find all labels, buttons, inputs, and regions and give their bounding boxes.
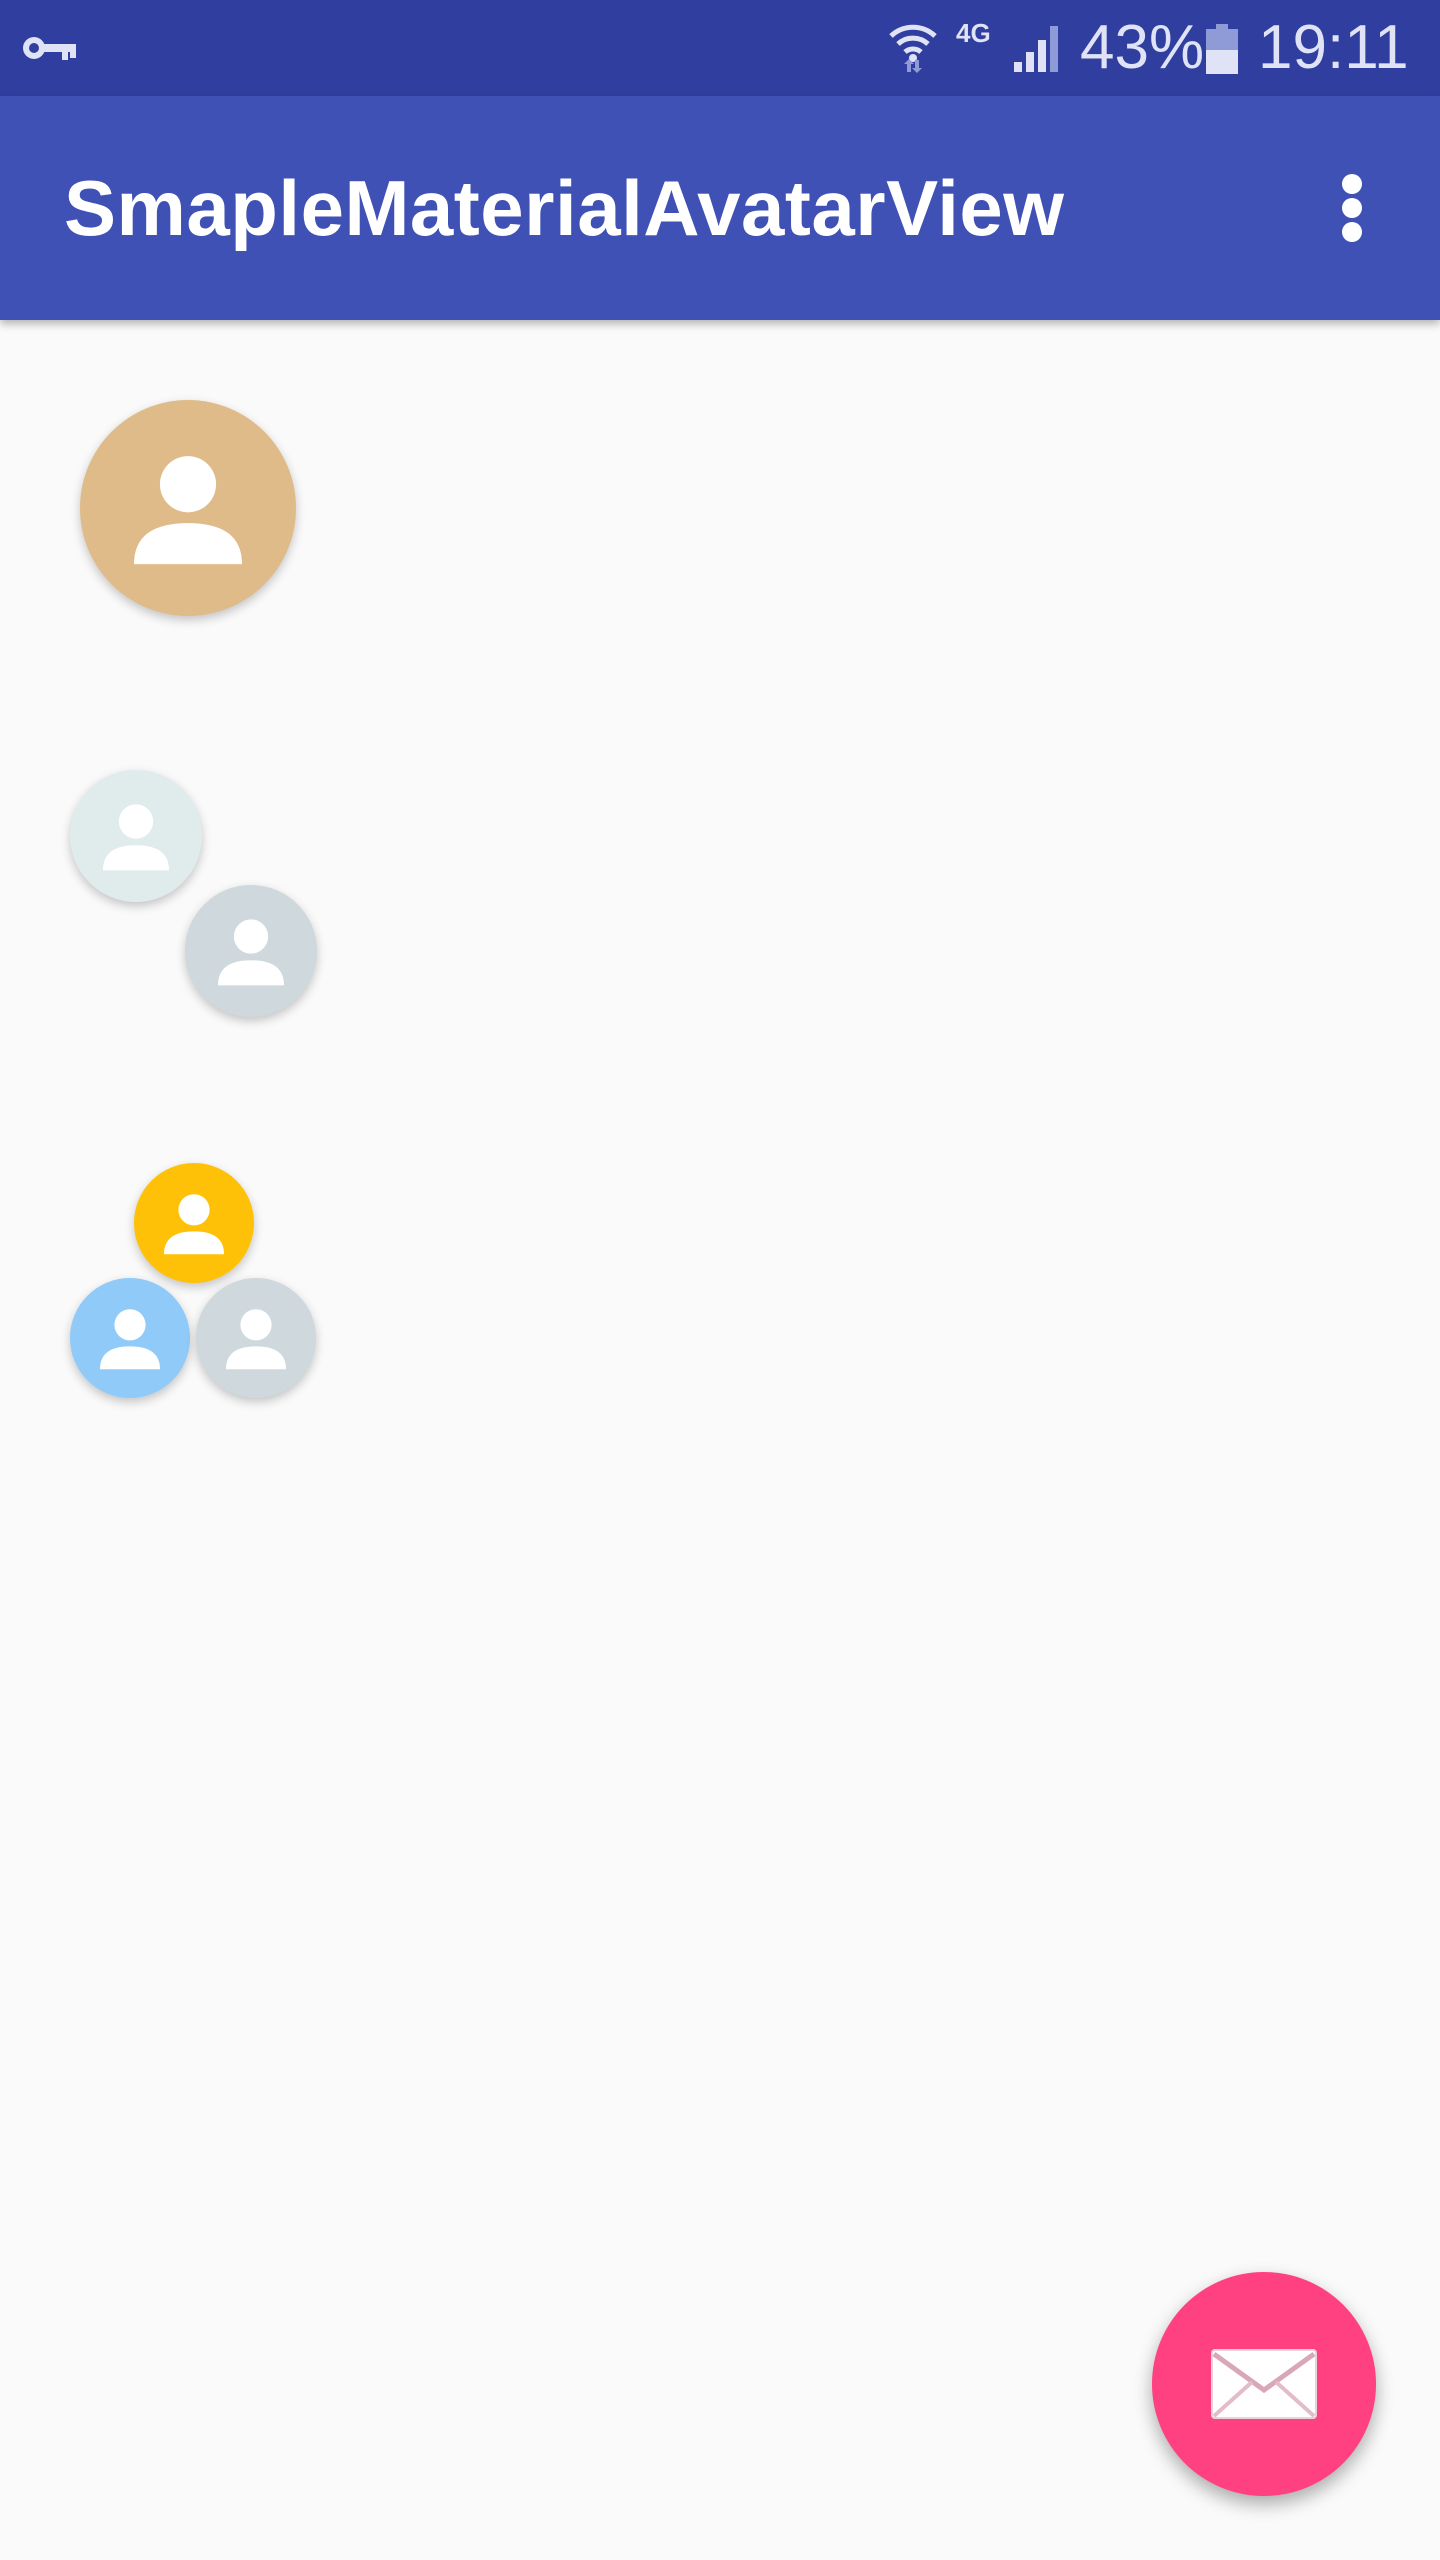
app-bar: SmapleMaterialAvatarView [0,96,1440,320]
screen: 4G 43% 19:11 SmapleMaterialAvatarView [0,0,1440,2560]
battery-icon [1206,24,1238,74]
app-title: SmapleMaterialAvatarView [64,164,1065,252]
menu-dot [1342,222,1362,242]
avatar-pair-second[interactable] [185,885,317,1017]
person-icon [218,919,284,986]
person-icon [226,1309,286,1370]
status-bar: 4G 43% 19:11 [0,0,1440,96]
battery-percent: 43% [1080,13,1205,82]
cell-signal-icon [1014,26,1058,72]
person-icon [134,456,242,565]
clock: 19:11 [1258,13,1409,82]
email-icon [1211,2349,1317,2419]
avatar-single[interactable] [80,400,296,616]
menu-dot [1342,198,1362,218]
avatar-trio-top[interactable] [134,1163,254,1283]
menu-dot [1342,174,1362,194]
avatar-trio-left[interactable] [70,1278,190,1398]
wifi-icon [889,24,937,73]
avatar-trio-right[interactable] [196,1278,316,1398]
overflow-menu-icon[interactable] [1316,166,1388,250]
person-icon [164,1194,224,1255]
person-icon [100,1309,160,1370]
avatar-pair-first[interactable] [70,770,202,902]
vpn-key-icon [23,37,76,60]
compose-email-fab[interactable] [1152,2272,1376,2496]
network-type-label: 4G [956,18,991,48]
person-icon [103,804,169,871]
